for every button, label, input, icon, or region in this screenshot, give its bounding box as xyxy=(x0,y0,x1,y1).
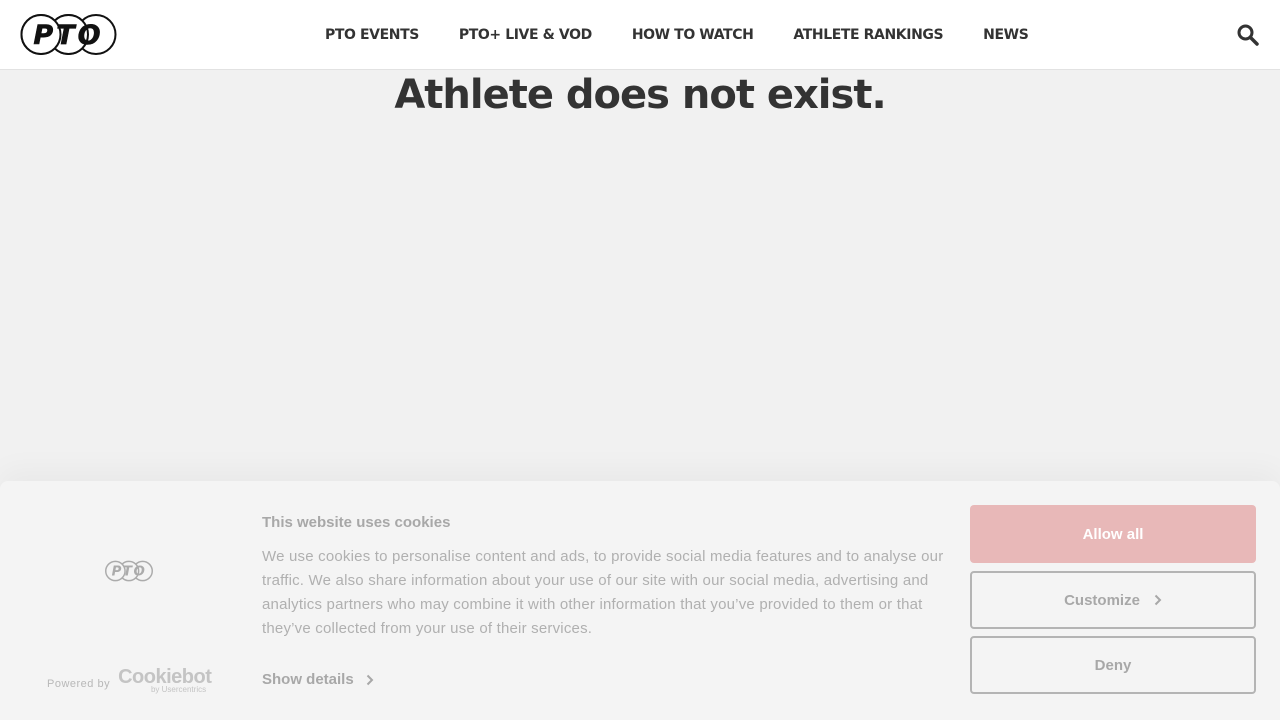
deny-button[interactable]: Deny xyxy=(970,636,1256,694)
cookie-description: We use cookies to personalise content an… xyxy=(262,548,944,637)
allow-all-button[interactable]: Allow all xyxy=(970,505,1256,563)
powered-by[interactable]: Powered by Cookiebot by Usercentrics xyxy=(47,666,212,694)
chevron-right-icon xyxy=(366,674,374,685)
nav-item-news[interactable]: NEWS xyxy=(983,27,1029,43)
nav-item-athlete-rankings[interactable]: ATHLETE RANKINGS xyxy=(793,27,943,43)
nav-item-pto-plus[interactable]: PTO+ LIVE & VOD xyxy=(459,27,592,43)
cookie-banner-pto-logo: PTO xyxy=(105,560,153,582)
cookiebot-subtitle: by Usercentrics xyxy=(150,685,207,694)
pto-logo[interactable]: PTO xyxy=(20,13,117,56)
cookie-content: This website uses cookies We use cookies… xyxy=(262,514,952,641)
customize-button[interactable]: Customize xyxy=(970,571,1256,629)
customize-label: Customize xyxy=(1064,591,1140,609)
cookie-banner: PTO Powered by Cookiebot by Usercentrics… xyxy=(0,481,1280,720)
cookiebot-logo: Cookiebot by Usercentrics xyxy=(118,666,212,694)
site-header: PTO PTO EVENTS PTO+ LIVE & VOD HOW TO WA… xyxy=(0,0,1280,70)
cookiebot-wordmark: Cookiebot xyxy=(118,666,212,688)
chevron-right-icon xyxy=(1154,594,1162,606)
powered-by-label: Powered by xyxy=(47,678,111,690)
main-nav: PTO EVENTS PTO+ LIVE & VOD HOW TO WATCH … xyxy=(325,0,1068,70)
nav-item-pto-events[interactable]: PTO EVENTS xyxy=(325,27,419,43)
logo-text: PTO xyxy=(33,20,103,51)
show-details-label: Show details xyxy=(262,671,354,688)
cookie-title: This website uses cookies xyxy=(262,514,451,531)
search-icon[interactable] xyxy=(1236,23,1260,47)
cookie-logo-text: PTO xyxy=(112,565,147,580)
nav-item-how-to-watch[interactable]: HOW TO WATCH xyxy=(632,27,754,43)
show-details-link[interactable]: Show details xyxy=(262,671,374,688)
